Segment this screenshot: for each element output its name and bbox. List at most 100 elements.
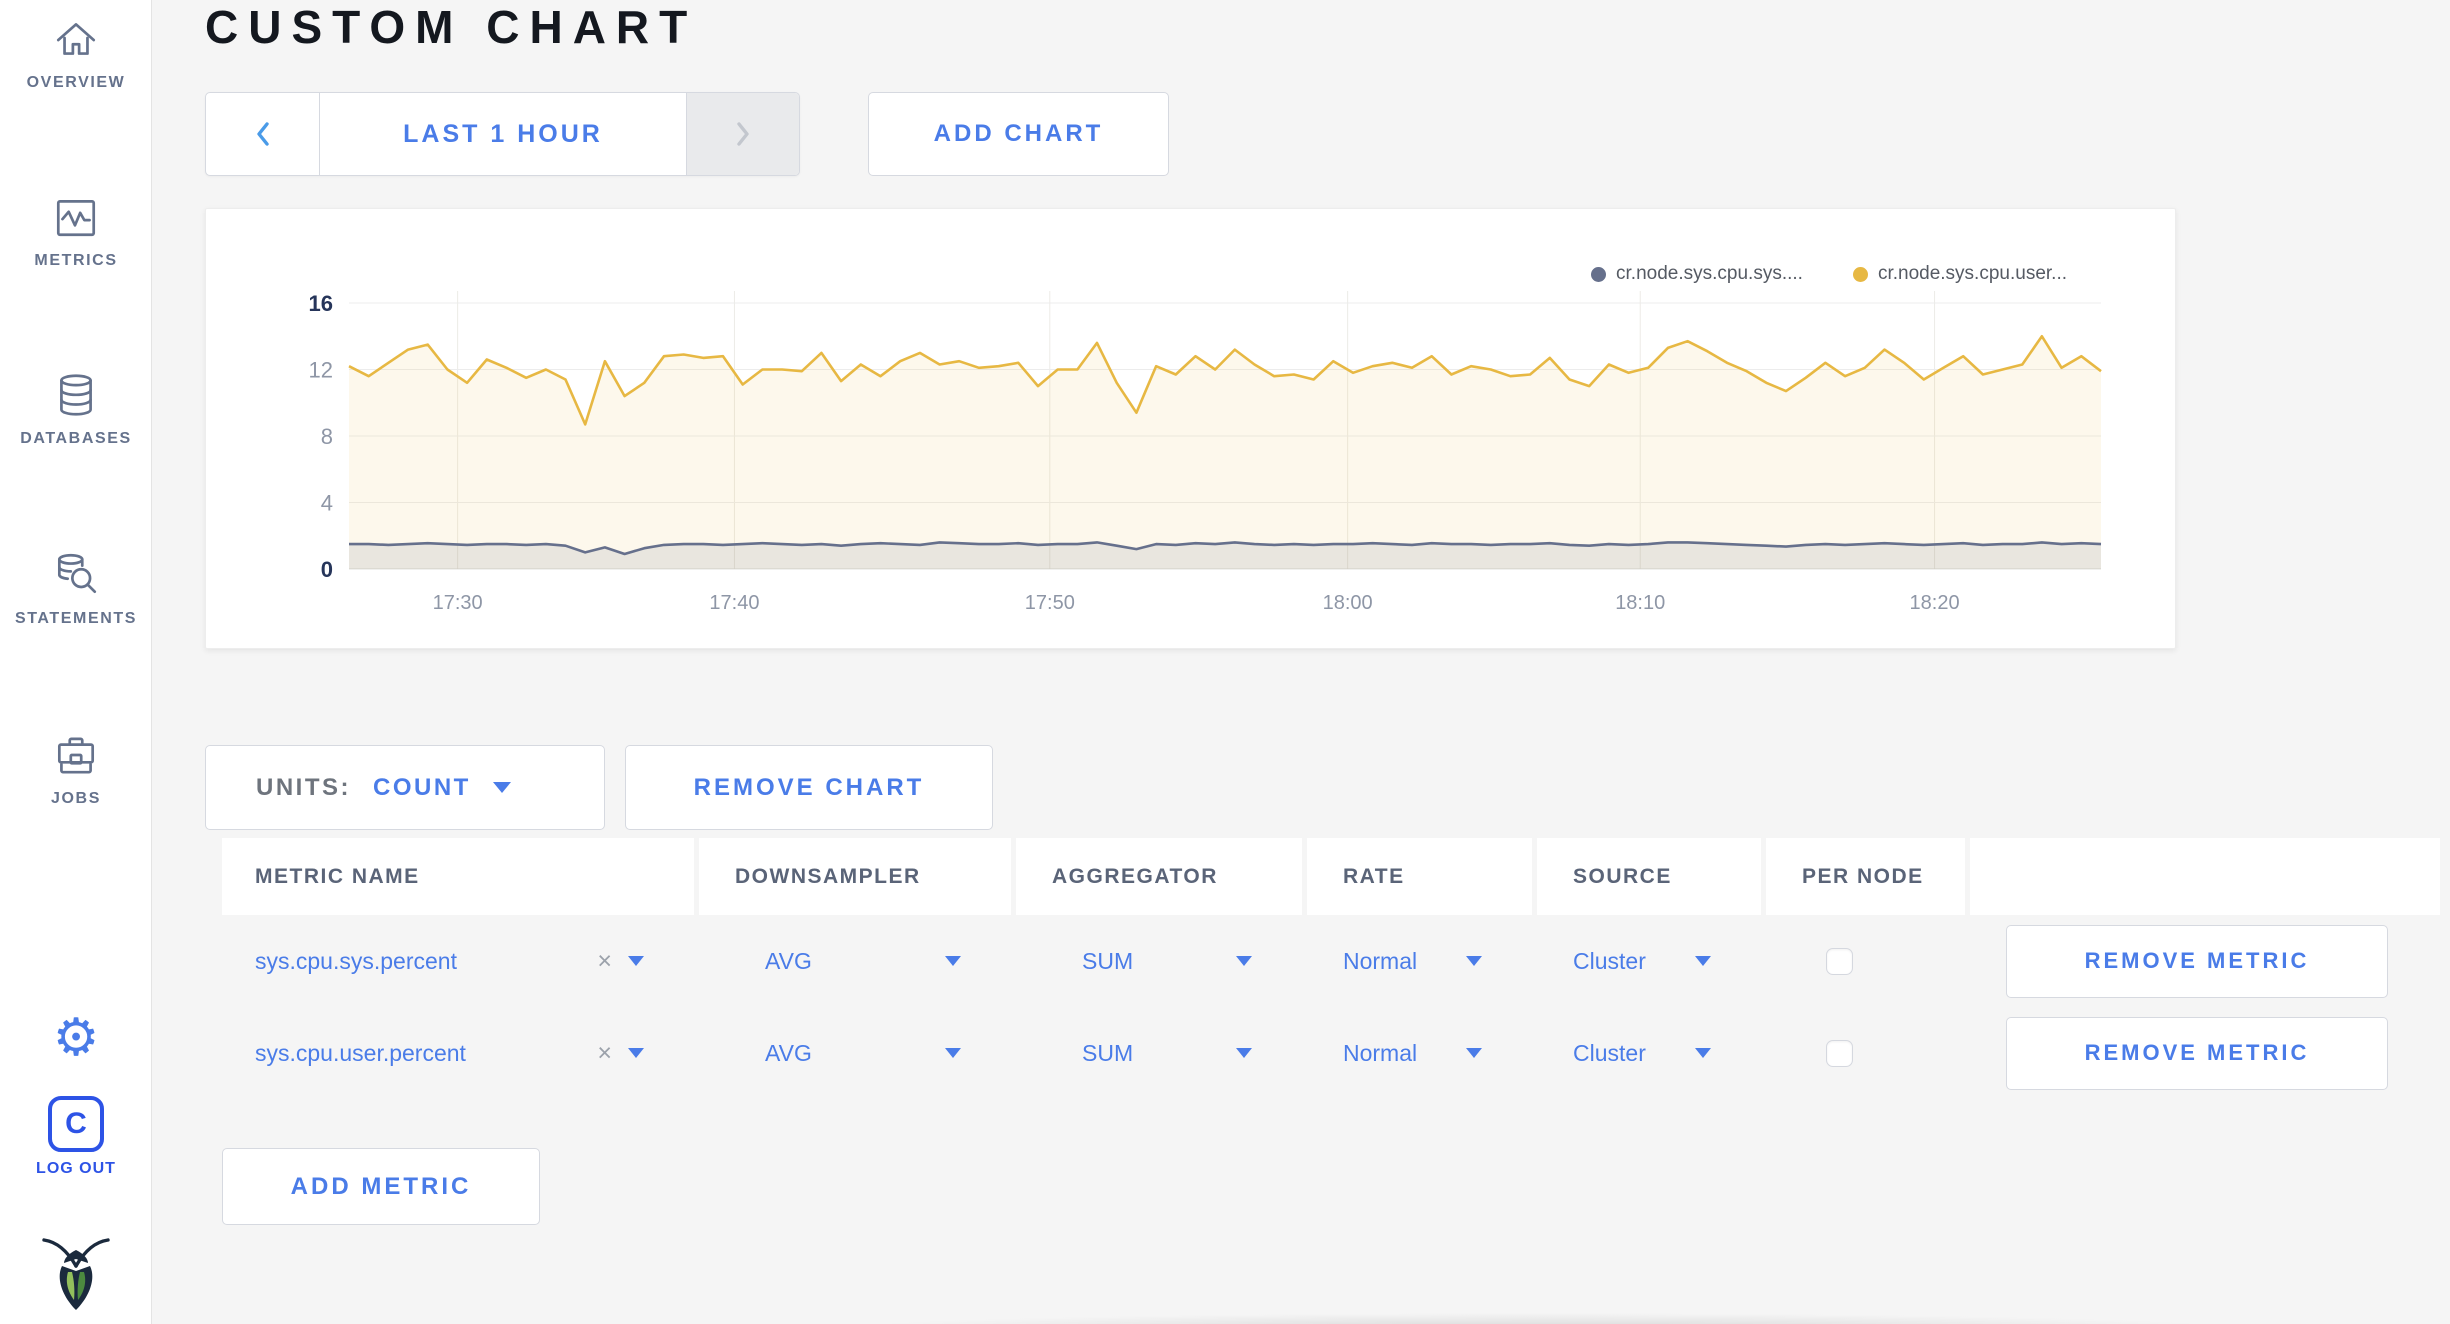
sidebar-item-jobs[interactable]: JOBS: [0, 730, 152, 808]
chevron-down-icon: [945, 956, 961, 966]
logout-label: LOG OUT: [36, 1160, 116, 1177]
metric-name-cell: sys.cpu.sys.percent ×: [222, 915, 694, 1007]
page-title: CUSTOM CHART: [205, 1, 698, 53]
aggregator-select[interactable]: SUM: [1016, 915, 1302, 1007]
svg-text:4: 4: [321, 491, 333, 516]
sidebar-item-label: DATABASES: [20, 430, 132, 447]
metric-name-value[interactable]: sys.cpu.sys.percent: [255, 948, 457, 975]
legend-label: cr.node.sys.cpu.sys....: [1616, 263, 1803, 284]
svg-text:16: 16: [309, 291, 333, 316]
jobs-icon: [57, 737, 95, 774]
chart-legend: cr.node.sys.cpu.sys.... cr.node.sys.cpu.…: [1591, 263, 2067, 285]
logout-icon: C: [48, 1096, 104, 1152]
col-rate: RATE: [1307, 838, 1532, 915]
chevron-down-icon: [1466, 956, 1482, 966]
bottom-shadow: [630, 1308, 2450, 1324]
sidebar-item-statements[interactable]: STATEMENTS: [0, 550, 152, 628]
remove-metric-button[interactable]: REMOVE METRIC: [2006, 1016, 2388, 1090]
gear-icon: ⚙: [52, 1009, 100, 1067]
legend-item-user[interactable]: cr.node.sys.cpu.user...: [1852, 263, 2067, 285]
chart-panel: 17:30 17:40 17:50 18:00 18:10 18:20 0 4 8 12 16 cr…: [205, 208, 2176, 649]
chevron-down-icon: [1236, 956, 1252, 966]
chevron-down-icon: [1695, 956, 1711, 966]
chevron-down-icon[interactable]: [628, 1048, 644, 1058]
col-aggregator: AGGREGATOR: [1016, 838, 1302, 915]
home-icon: [56, 23, 96, 55]
col-downsampler: DOWNSAMPLER: [699, 838, 1011, 915]
add-chart-button[interactable]: ADD CHART: [868, 92, 1169, 176]
actions-cell: REMOVE METRIC: [1970, 915, 2440, 1007]
sidebar: OVERVIEW METRICS DATABASES STATEMENTS JO…: [0, 0, 152, 1324]
chevron-down-icon[interactable]: [628, 956, 644, 966]
sidebar-item-overview[interactable]: OVERVIEW: [0, 14, 152, 92]
svg-text:17:30: 17:30: [433, 592, 483, 614]
chevron-down-icon: [945, 1048, 961, 1058]
sidebar-item-databases[interactable]: DATABASES: [0, 370, 152, 448]
units-value: COUNT: [373, 773, 471, 801]
time-range-dropdown[interactable]: LAST 1 HOUR: [320, 93, 686, 175]
rate-select[interactable]: Normal: [1307, 915, 1532, 1007]
sidebar-item-logout[interactable]: C LOG OUT: [0, 1096, 152, 1178]
col-metric-name: METRIC NAME: [222, 838, 694, 915]
add-metric-button[interactable]: ADD METRIC: [222, 1148, 540, 1225]
sidebar-item-label: STATEMENTS: [14, 610, 138, 627]
statements-icon: [57, 553, 97, 594]
metrics-icon: [56, 200, 96, 237]
sidebar-item-label: METRICS: [34, 252, 118, 269]
clear-metric-icon[interactable]: ×: [597, 947, 612, 976]
legend-label: cr.node.sys.cpu.user...: [1877, 263, 2067, 284]
remove-chart-button[interactable]: REMOVE CHART: [625, 745, 993, 830]
legend-item-sys[interactable]: cr.node.sys.cpu.sys....: [1591, 263, 1803, 285]
col-per-node: PER NODE: [1766, 838, 1965, 915]
units-label: UNITS:: [256, 773, 351, 801]
rate-select[interactable]: Normal: [1307, 1007, 1532, 1099]
svg-text:18:00: 18:00: [1323, 592, 1373, 614]
time-next-button[interactable]: [686, 93, 799, 175]
source-select[interactable]: Cluster: [1537, 915, 1761, 1007]
sidebar-item-metrics[interactable]: METRICS: [0, 192, 152, 270]
downsampler-select[interactable]: AVG: [699, 915, 1011, 1007]
per-node-checkbox[interactable]: [1826, 947, 1853, 975]
chevron-down-icon: [1695, 1048, 1711, 1058]
legend-dot-sys: [1591, 266, 1607, 282]
legend-dot-user: [1852, 266, 1868, 282]
col-source: SOURCE: [1537, 838, 1761, 915]
per-node-cell: [1766, 915, 1965, 1007]
actions-cell: REMOVE METRIC: [1970, 1007, 2440, 1099]
per-node-checkbox[interactable]: [1826, 1039, 1853, 1067]
table-row: sys.cpu.sys.percent × AVG SUM Normal Clu…: [222, 915, 2440, 1007]
sidebar-item-label: OVERVIEW: [26, 74, 126, 91]
chevron-down-icon: [1466, 1048, 1482, 1058]
svg-text:8: 8: [321, 424, 333, 449]
downsampler-select[interactable]: AVG: [699, 1007, 1011, 1099]
table-header-row: METRIC NAME DOWNSAMPLER AGGREGATOR RATE …: [222, 838, 2440, 915]
cockroach-icon: [42, 1238, 110, 1310]
time-prev-button[interactable]: [206, 93, 320, 175]
col-actions: [1970, 838, 2440, 915]
svg-text:17:50: 17:50: [1025, 592, 1075, 614]
cockroachdb-logo: [0, 1232, 152, 1319]
units-dropdown[interactable]: UNITS: COUNT: [205, 745, 605, 830]
clear-metric-icon[interactable]: ×: [597, 1039, 612, 1068]
table-row: sys.cpu.user.percent × AVG SUM Normal Cl…: [222, 1007, 2440, 1099]
svg-text:18:20: 18:20: [1910, 592, 1960, 614]
time-toolbar: LAST 1 HOUR: [205, 92, 800, 176]
chevron-down-icon: [1236, 1048, 1252, 1058]
svg-text:0: 0: [321, 557, 333, 582]
time-range-selector: LAST 1 HOUR: [205, 92, 800, 176]
svg-text:17:40: 17:40: [709, 592, 759, 614]
metric-name-cell: sys.cpu.user.percent ×: [222, 1007, 694, 1099]
source-select[interactable]: Cluster: [1537, 1007, 1761, 1099]
databases-icon: [60, 374, 92, 416]
svg-text:18:10: 18:10: [1615, 592, 1665, 614]
aggregator-select[interactable]: SUM: [1016, 1007, 1302, 1099]
sidebar-item-label: JOBS: [51, 790, 101, 807]
main-content: CUSTOM CHART LAST 1 HOUR ADD CHART 17:30…: [153, 0, 2450, 1324]
chevron-right-icon: [737, 122, 749, 146]
svg-text:12: 12: [309, 358, 333, 383]
per-node-cell: [1766, 1007, 1965, 1099]
sidebar-item-settings[interactable]: ⚙: [0, 1012, 152, 1064]
remove-metric-button[interactable]: REMOVE METRIC: [2006, 924, 2388, 998]
metrics-table: METRIC NAME DOWNSAMPLER AGGREGATOR RATE …: [222, 838, 2440, 1099]
metric-name-value[interactable]: sys.cpu.user.percent: [255, 1040, 466, 1067]
